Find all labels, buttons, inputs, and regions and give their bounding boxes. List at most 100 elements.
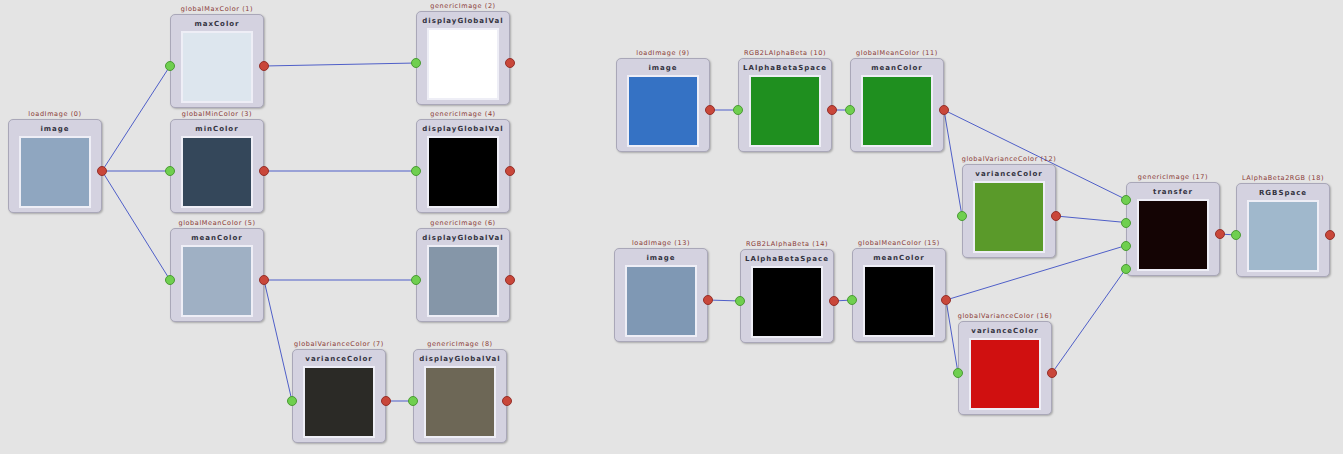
node-body[interactable]: LAlphaBetaSpace — [740, 249, 834, 343]
output-pin[interactable] — [259, 275, 269, 285]
graph-node[interactable]: globalMaxColor (1)maxColor — [170, 5, 264, 108]
input-pin[interactable] — [1121, 218, 1131, 228]
graph-node[interactable]: genericImage (17)transfer — [1126, 173, 1220, 276]
output-pin[interactable] — [505, 275, 515, 285]
output-pin[interactable] — [941, 295, 951, 305]
node-body[interactable]: displayGlobalVal — [416, 11, 510, 105]
node-body[interactable]: LAlphaBetaSpace — [738, 58, 832, 152]
input-pin[interactable] — [411, 58, 421, 68]
graph-node[interactable]: globalVarianceColor (12)varianceColor — [962, 155, 1056, 258]
output-pin[interactable] — [259, 61, 269, 71]
node-body[interactable]: varianceColor — [962, 164, 1056, 258]
output-pin[interactable] — [1325, 230, 1335, 240]
graph-node[interactable]: globalMeanColor (11)meanColor — [850, 49, 944, 152]
input-pin[interactable] — [165, 166, 175, 176]
node-body[interactable]: displayGlobalVal — [416, 119, 510, 213]
input-pin[interactable] — [411, 275, 421, 285]
graph-edge — [946, 300, 958, 373]
node-body[interactable]: meanColor — [170, 228, 264, 322]
output-pin[interactable] — [259, 166, 269, 176]
node-body[interactable]: maxColor — [170, 14, 264, 108]
node-body[interactable]: displayGlobalVal — [416, 228, 510, 322]
node-caption: globalVarianceColor (7) — [294, 340, 384, 349]
input-pin[interactable] — [733, 105, 743, 115]
input-pin[interactable] — [735, 296, 745, 306]
node-caption: genericImage (4) — [430, 110, 496, 119]
input-pin[interactable] — [1121, 195, 1131, 205]
node-preview — [181, 245, 253, 317]
input-pin[interactable] — [845, 105, 855, 115]
graph-node[interactable]: globalVarianceColor (7)varianceColor — [292, 340, 386, 443]
node-body[interactable]: image — [616, 58, 710, 152]
node-caption: genericImage (8) — [427, 340, 493, 349]
node-preview — [181, 136, 253, 208]
graph-node[interactable]: globalVarianceColor (16)varianceColor — [958, 312, 1052, 415]
node-body[interactable]: displayGlobalVal — [413, 349, 507, 443]
output-pin[interactable] — [939, 105, 949, 115]
node-caption: genericImage (17) — [1138, 173, 1208, 182]
graph-node[interactable]: loadImage (13)image — [614, 239, 708, 342]
node-preview — [424, 366, 496, 438]
node-caption: RGB2LAlphaBeta (14) — [746, 240, 828, 249]
node-body[interactable]: transfer — [1126, 182, 1220, 276]
graph-edge — [264, 280, 416, 281]
node-body[interactable]: image — [614, 248, 708, 342]
output-pin[interactable] — [97, 166, 107, 176]
input-pin[interactable] — [165, 275, 175, 285]
graph-node[interactable]: genericImage (2)displayGlobalVal — [416, 2, 510, 105]
output-pin[interactable] — [505, 166, 515, 176]
graph-node[interactable]: globalMeanColor (5)meanColor — [170, 219, 264, 322]
output-pin[interactable] — [1215, 229, 1225, 239]
graph-node[interactable]: RGB2LAlphaBeta (10)LAlphaBetaSpace — [738, 49, 832, 152]
node-label: image — [646, 253, 675, 263]
graph-node[interactable]: RGB2LAlphaBeta (14)LAlphaBetaSpace — [740, 240, 834, 343]
node-body[interactable]: image — [8, 119, 102, 213]
node-body[interactable]: meanColor — [852, 248, 946, 342]
node-body[interactable]: varianceColor — [292, 349, 386, 443]
graph-node[interactable]: globalMinColor (3)minColor — [170, 110, 264, 213]
graph-edge — [264, 280, 292, 401]
output-pin[interactable] — [1051, 211, 1061, 221]
graph-node[interactable]: genericImage (8)displayGlobalVal — [413, 340, 507, 443]
output-pin[interactable] — [505, 58, 515, 68]
graph-edge — [102, 171, 170, 280]
node-body[interactable]: RGBSpace — [1236, 183, 1330, 277]
input-pin[interactable] — [847, 295, 857, 305]
input-pin[interactable] — [408, 396, 418, 406]
graph-node[interactable]: loadImage (9)image — [616, 49, 710, 152]
output-pin[interactable] — [1047, 368, 1057, 378]
node-preview — [303, 366, 375, 438]
input-pin[interactable] — [953, 368, 963, 378]
node-caption: globalMeanColor (15) — [858, 239, 940, 248]
input-pin[interactable] — [1231, 230, 1241, 240]
output-pin[interactable] — [827, 105, 837, 115]
graph-edge — [1052, 269, 1126, 374]
output-pin[interactable] — [829, 296, 839, 306]
output-pin[interactable] — [705, 105, 715, 115]
graph-node[interactable]: LAlphaBeta2RGB (18)RGBSpace — [1236, 174, 1330, 277]
node-body[interactable]: minColor — [170, 119, 264, 213]
node-preview — [751, 266, 823, 338]
output-pin[interactable] — [381, 396, 391, 406]
node-label: image — [40, 124, 69, 134]
node-body[interactable]: varianceColor — [958, 321, 1052, 415]
output-pin[interactable] — [502, 396, 512, 406]
node-label: displayGlobalVal — [422, 233, 503, 243]
graph-node[interactable]: genericImage (4)displayGlobalVal — [416, 110, 510, 213]
node-body[interactable]: meanColor — [850, 58, 944, 152]
input-pin[interactable] — [1121, 241, 1131, 251]
node-caption: loadImage (0) — [28, 110, 81, 119]
input-pin[interactable] — [957, 211, 967, 221]
node-preview — [625, 265, 697, 337]
graph-edge — [264, 171, 416, 172]
graph-canvas[interactable]: loadImage (0) image globalMaxColor (1)maxC… — [0, 0, 1343, 454]
graph-node[interactable]: globalMeanColor (15)meanColor — [852, 239, 946, 342]
output-pin[interactable] — [703, 295, 713, 305]
input-pin[interactable] — [165, 61, 175, 71]
input-pin[interactable] — [411, 166, 421, 176]
graph-node[interactable]: genericImage (6)displayGlobalVal — [416, 219, 510, 322]
input-pin[interactable] — [1121, 264, 1131, 274]
input-pin[interactable] — [287, 396, 297, 406]
graph-node[interactable]: loadImage (0) image — [8, 110, 102, 213]
graph-edge — [264, 63, 416, 66]
